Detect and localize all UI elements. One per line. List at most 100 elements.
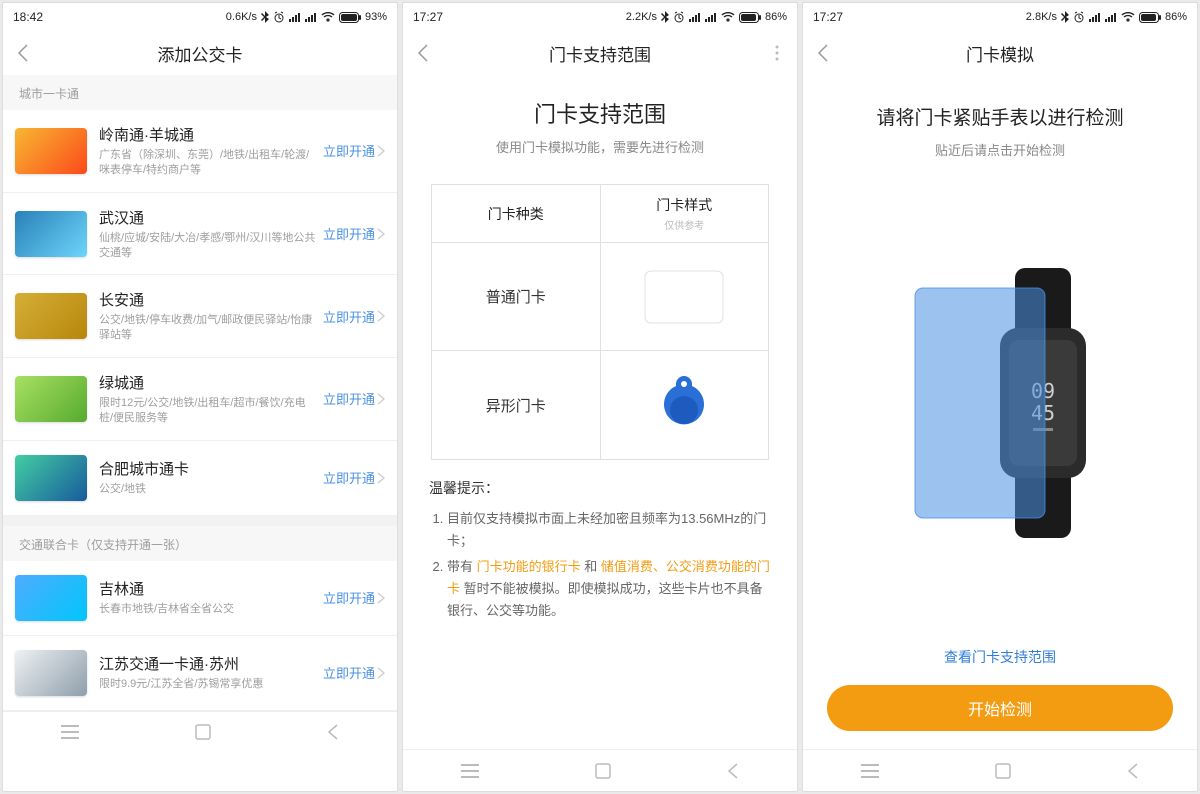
back-button[interactable] bbox=[403, 44, 443, 62]
alarm-icon bbox=[673, 11, 685, 23]
chevron-right-icon bbox=[377, 472, 385, 484]
hero-title: 门卡支持范围 bbox=[423, 97, 777, 129]
card-thumbnail bbox=[15, 455, 87, 501]
status-bar: 17:27 2.8K/s 86% bbox=[803, 3, 1197, 31]
chevron-right-icon bbox=[377, 592, 385, 604]
card-name: 绿城通 bbox=[99, 372, 317, 393]
chevron-left-icon bbox=[817, 44, 829, 62]
status-right: 2.2K/s 86% bbox=[626, 11, 787, 23]
card-list-item[interactable]: 吉林通长春市地铁/吉林省全省公交立即开通 bbox=[3, 561, 397, 636]
hero-subtitle: 使用门卡模拟功能，需要先进行检测 bbox=[423, 137, 777, 156]
open-card-action[interactable]: 立即开通 bbox=[323, 224, 385, 243]
card-thumbnail bbox=[15, 575, 87, 621]
section-label-union: 交通联合卡（仅支持开通一张） bbox=[3, 526, 397, 561]
open-card-action[interactable]: 立即开通 bbox=[323, 588, 385, 607]
support-scope-link[interactable]: 查看门卡支持范围 bbox=[803, 637, 1197, 677]
keyfob-icon bbox=[659, 374, 709, 436]
back-nav-icon[interactable] bbox=[1127, 763, 1139, 779]
table-cell-type: 普通门卡 bbox=[432, 243, 600, 350]
status-time: 18:42 bbox=[13, 10, 43, 24]
signal2-icon bbox=[1105, 12, 1117, 22]
recent-apps-icon[interactable] bbox=[461, 764, 479, 778]
back-button[interactable] bbox=[3, 44, 43, 62]
card-desc: 长春市地铁/吉林省全省公交 bbox=[99, 602, 317, 617]
table-cell-style bbox=[600, 243, 769, 350]
more-button[interactable] bbox=[757, 31, 797, 75]
section-gap bbox=[3, 516, 397, 526]
start-detect-button[interactable]: 开始检测 bbox=[827, 685, 1173, 731]
status-right: 2.8K/s 86% bbox=[1026, 11, 1187, 23]
open-card-action[interactable]: 立即开通 bbox=[323, 141, 385, 160]
card-text-block: 江苏交通一卡通·苏州限时9.9元/江苏全省/苏锡常享优惠 bbox=[99, 653, 317, 692]
home-icon[interactable] bbox=[995, 763, 1011, 779]
card-list-item[interactable]: 长安通公交/地铁/停车收费/加气/邮政便民驿站/怡康驿站等立即开通 bbox=[3, 275, 397, 358]
title-bar: 门卡支持范围 bbox=[403, 31, 797, 75]
status-time: 17:27 bbox=[813, 10, 843, 24]
android-navbar bbox=[403, 749, 797, 791]
table-row-irregular: 异形门卡 bbox=[432, 351, 768, 459]
card-name: 武汉通 bbox=[99, 207, 317, 228]
alarm-icon bbox=[1073, 11, 1085, 23]
android-navbar bbox=[803, 749, 1197, 791]
card-desc: 限时12元/公交/地铁/出租车/超市/餐饮/充电桩/便民服务等 bbox=[99, 396, 317, 426]
card-list-item[interactable]: 绿城通限时12元/公交/地铁/出租车/超市/餐饮/充电桩/便民服务等立即开通 bbox=[3, 358, 397, 441]
home-icon[interactable] bbox=[595, 763, 611, 779]
status-right: 0.6K/s 93% bbox=[226, 11, 387, 23]
card-name: 岭南通·羊城通 bbox=[99, 124, 317, 145]
card-name: 吉林通 bbox=[99, 578, 317, 599]
card-desc: 限时9.9元/江苏全省/苏锡常享优惠 bbox=[99, 677, 317, 692]
table-row-normal: 普通门卡 bbox=[432, 243, 768, 351]
wifi-icon bbox=[1121, 12, 1135, 22]
bluetooth-icon bbox=[261, 11, 269, 23]
tips-label: 温馨提示： bbox=[429, 478, 771, 498]
card-type-table: 门卡种类 门卡样式 仅供参考 普通门卡 异形门卡 bbox=[431, 184, 769, 460]
rect-card-icon bbox=[644, 270, 724, 324]
card-list-item[interactable]: 武汉通仙桃/应城/安陆/大冶/孝感/鄂州/汉川等地公共交通等立即开通 bbox=[3, 193, 397, 276]
android-navbar bbox=[3, 711, 397, 753]
card-text-block: 合肥城市通卡公交/地铁 bbox=[99, 458, 317, 497]
card-list-item[interactable]: 岭南通·羊城通广东省（除深圳、东莞）/地铁/出租车/轮渡/咪表停车/特约商户等立… bbox=[3, 110, 397, 193]
recent-apps-icon[interactable] bbox=[861, 764, 879, 778]
signal-icon bbox=[1089, 12, 1101, 22]
card-text-block: 武汉通仙桃/应城/安陆/大冶/孝感/鄂州/汉川等地公共交通等 bbox=[99, 207, 317, 261]
card-desc: 广东省（除深圳、东莞）/地铁/出租车/轮渡/咪表停车/特约商户等 bbox=[99, 148, 317, 178]
card-thumbnail bbox=[15, 211, 87, 257]
page-title: 门卡模拟 bbox=[843, 41, 1197, 66]
chevron-right-icon bbox=[377, 145, 385, 157]
back-nav-icon[interactable] bbox=[727, 763, 739, 779]
card-desc: 公交/地铁 bbox=[99, 482, 317, 497]
status-time: 17:27 bbox=[413, 10, 443, 24]
open-card-action[interactable]: 立即开通 bbox=[323, 389, 385, 408]
back-button[interactable] bbox=[803, 44, 843, 62]
signal-icon bbox=[689, 12, 701, 22]
back-nav-icon[interactable] bbox=[327, 724, 339, 740]
status-bar: 18:42 0.6K/s 93% bbox=[3, 3, 397, 31]
bluetooth-icon bbox=[1061, 11, 1069, 23]
watch-illustration: 09 45 bbox=[803, 169, 1197, 637]
hero-title: 请将门卡紧贴手表以进行检测 bbox=[827, 103, 1173, 130]
title-bar: 门卡模拟 bbox=[803, 31, 1197, 75]
page-title: 添加公交卡 bbox=[43, 41, 397, 66]
wifi-icon bbox=[721, 12, 735, 22]
card-list-item[interactable]: 江苏交通一卡通·苏州限时9.9元/江苏全省/苏锡常享优惠立即开通 bbox=[3, 636, 397, 711]
card-thumbnail bbox=[15, 650, 87, 696]
card-name: 长安通 bbox=[99, 289, 317, 310]
page-title: 门卡支持范围 bbox=[443, 41, 797, 66]
more-vertical-icon bbox=[775, 45, 779, 61]
section-label-city: 城市一卡通 bbox=[3, 75, 397, 110]
home-icon[interactable] bbox=[195, 724, 211, 740]
open-card-action[interactable]: 立即开通 bbox=[323, 663, 385, 682]
open-card-action[interactable]: 立即开通 bbox=[323, 307, 385, 326]
card-thumbnail bbox=[15, 293, 87, 339]
hero-header: 门卡支持范围 使用门卡模拟功能，需要先进行检测 bbox=[403, 75, 797, 166]
recent-apps-icon[interactable] bbox=[61, 725, 79, 739]
chevron-left-icon bbox=[417, 44, 429, 62]
battery-icon bbox=[339, 12, 361, 23]
card-list-item[interactable]: 合肥城市通卡公交/地铁立即开通 bbox=[3, 441, 397, 516]
card-name: 江苏交通一卡通·苏州 bbox=[99, 653, 317, 674]
card-text-block: 岭南通·羊城通广东省（除深圳、东莞）/地铁/出租车/轮渡/咪表停车/特约商户等 bbox=[99, 124, 317, 178]
open-card-action[interactable]: 立即开通 bbox=[323, 468, 385, 487]
status-bar: 17:27 2.2K/s 86% bbox=[403, 3, 797, 31]
tips-section: 温馨提示： 目前仅支持模拟市面上未经加密且频率为13.56MHz的门卡； 带有 … bbox=[403, 460, 797, 644]
signal-icon bbox=[289, 12, 301, 22]
